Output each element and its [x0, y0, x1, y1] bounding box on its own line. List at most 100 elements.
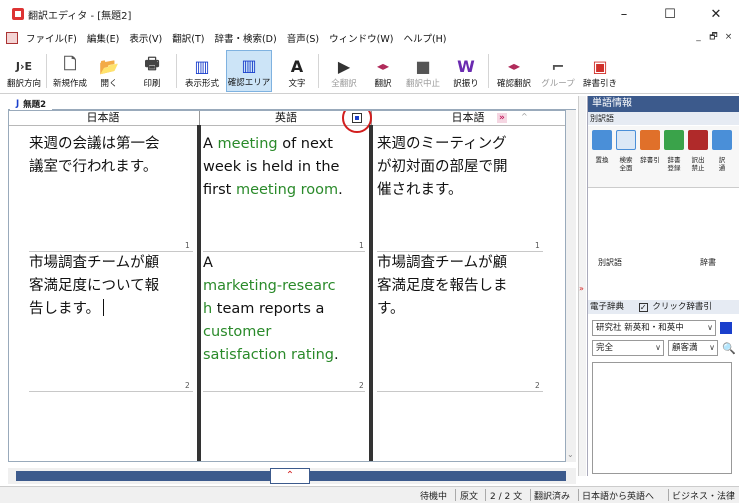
group-button[interactable]: ⌐ グループ: [540, 50, 576, 92]
mdi-restore-button[interactable]: 🗗: [707, 31, 720, 44]
menu-translate[interactable]: 翻訳(T): [168, 31, 210, 45]
text-line: h team reports a: [203, 298, 369, 321]
alternative-translation-tab[interactable]: 別訳語: [588, 112, 739, 125]
alternatives-list-header: 別訳語 辞書: [588, 256, 739, 270]
text-line: week is held in the: [203, 156, 369, 179]
text-line: 客満足度を報告しま: [377, 278, 508, 294]
status-sentence-count: 2 / 2 文: [490, 492, 523, 502]
open-button[interactable]: 📂 開く: [94, 50, 124, 92]
menu-window[interactable]: ウィンドウ(W): [325, 31, 399, 45]
word: of next: [277, 136, 333, 152]
confirm-sentence-2[interactable]: 市場調査チームが顧 客満足度を報告しま す。: [377, 252, 547, 321]
mdi-close-button[interactable]: ×: [722, 31, 735, 44]
print-button[interactable]: 🖶 印刷: [132, 50, 172, 92]
scroll-down-icon[interactable]: ⌄: [567, 450, 574, 459]
expand-arrow-icon[interactable]: »: [497, 113, 507, 123]
menu-file[interactable]: ファイル(F): [22, 31, 83, 45]
target-sentence-2[interactable]: A marketing-researc h team reports a cus…: [203, 252, 369, 367]
play-icon: ▶: [337, 56, 351, 76]
text-fragment: 告します。: [29, 301, 101, 317]
chevron-down-icon: ∨: [709, 343, 715, 352]
search-query-value: 顧客満: [672, 343, 698, 353]
status-translated: 翻訳済み: [534, 492, 571, 502]
editor-vertical-scrollbar[interactable]: ⌄: [566, 110, 576, 462]
maximize-button[interactable]: ☐: [647, 0, 693, 28]
row-number: 1: [359, 241, 364, 250]
new-document-label: 新規作成: [52, 79, 87, 89]
replace-label: 置換: [595, 156, 609, 164]
row-number: 2: [535, 381, 540, 390]
translate-button[interactable]: ◂▸ 翻訳: [366, 50, 400, 92]
word: .: [338, 182, 343, 198]
menu-help[interactable]: ヘルプ(H): [399, 31, 452, 45]
match-mode-select[interactable]: 完全 ∨: [592, 340, 664, 356]
document-menu-icon[interactable]: [6, 32, 18, 44]
tab-untitled-2[interactable]: J 無題2: [10, 97, 53, 110]
row-number: 1: [185, 241, 190, 250]
collapse-panel-icon[interactable]: »: [579, 284, 584, 293]
translation-pass-label: 訳 通: [718, 156, 726, 172]
confirm-translate-button[interactable]: ◂▸ 確認翻訳: [492, 50, 536, 92]
confirm-area-splitter[interactable]: ⌃: [8, 468, 576, 484]
translation-direction-button[interactable]: J›E 翻訳方向: [4, 50, 44, 92]
scroll-up-icon[interactable]: ^: [521, 112, 528, 121]
dictionary-lookup-label: 辞書引: [640, 156, 660, 164]
status-separator: [668, 489, 669, 501]
source-sentence-1[interactable]: 来週の会議は第一会 議室で行われます。: [29, 133, 197, 179]
electronic-dictionary-header: 電子辞典 ✓ クリック辞書引: [588, 300, 739, 314]
text-line: 告します。: [29, 298, 197, 321]
status-separator: [530, 489, 531, 501]
document-tab-icon: J: [16, 98, 20, 109]
word: A: [203, 136, 218, 152]
pane-separator-left[interactable]: [197, 125, 201, 461]
replace-icon[interactable]: [592, 130, 612, 150]
menu-speech[interactable]: 音声(S): [283, 31, 325, 45]
new-document-icon: 🗋: [63, 53, 77, 73]
dictionary-source-select[interactable]: 研究社 新英和・和英中 ∨: [592, 320, 716, 336]
status-separator: [578, 489, 579, 501]
confirm-area-button[interactable]: ▥ 確認エリア: [226, 50, 272, 92]
menu-dictionary[interactable]: 辞書・検索(D): [210, 31, 282, 45]
text-line: 来週のミーティング: [377, 136, 507, 152]
dictionary-register-icon[interactable]: [664, 130, 684, 150]
search-all-icon[interactable]: [616, 130, 636, 150]
translation-direction-label: 翻訳方向: [6, 79, 41, 89]
binoculars-search-icon[interactable]: 🔍: [722, 342, 736, 355]
word: week is held in the: [203, 159, 340, 175]
pane-separator-right[interactable]: [369, 125, 373, 461]
translate-all-button[interactable]: ▶ 全翻訳: [324, 50, 364, 92]
translation-pass-icon[interactable]: [712, 130, 732, 150]
confirm-sentence-1[interactable]: 来週のミーティング が初対面の部屋で開 催されます。: [377, 133, 547, 202]
menu-edit[interactable]: 編集(E): [83, 31, 125, 45]
translation-block-icon[interactable]: [688, 130, 708, 150]
text-line: marketing-researc: [203, 275, 369, 298]
menu-view[interactable]: 表示(V): [125, 31, 168, 45]
target-sentence-1[interactable]: A meeting of next week is held in the fi…: [203, 133, 369, 202]
word-assign-button[interactable]: W 訳振り: [448, 50, 484, 92]
splitter-toggle-icon[interactable]: ⌃: [270, 468, 310, 484]
mdi-minimize-button[interactable]: _: [692, 31, 705, 44]
font-button[interactable]: A 文字: [280, 50, 314, 92]
document-tab-bar: J 無題2: [8, 96, 576, 110]
stop-translation-button[interactable]: ■ 翻訳中止: [402, 50, 444, 92]
stop-translation-label: 翻訳中止: [405, 79, 440, 89]
dictionary-lookup-button[interactable]: ▣ 辞書引き: [580, 50, 620, 92]
source-sentence-2[interactable]: 市場調査チームが顧 客満足度について報 告します。: [29, 252, 197, 321]
side-panel-splitter[interactable]: »: [578, 96, 586, 476]
minimize-button[interactable]: –: [601, 0, 647, 28]
dictionary-lookup-small-icon[interactable]: [640, 130, 660, 150]
close-button[interactable]: ✕: [693, 0, 739, 28]
row-number: 2: [185, 381, 190, 390]
translate-icon: ◂▸: [376, 59, 390, 73]
row-divider: [377, 391, 543, 392]
confirm-area-icon: ▥: [241, 55, 257, 75]
dictionary-result-area[interactable]: [592, 362, 732, 474]
new-document-button[interactable]: 🗋 新規作成: [50, 50, 90, 92]
mdi-controls: _ 🗗 ×: [692, 31, 735, 44]
search-query-input[interactable]: 顧客満 ∨: [668, 340, 718, 356]
click-lookup-checkbox[interactable]: ✓: [638, 303, 648, 312]
display-format-button[interactable]: ▥ 表示形式: [180, 50, 224, 92]
translate-all-label: 全翻訳: [331, 79, 357, 89]
dictionary-book-icon[interactable]: [720, 322, 732, 334]
display-format-icon: ▥: [194, 56, 210, 76]
